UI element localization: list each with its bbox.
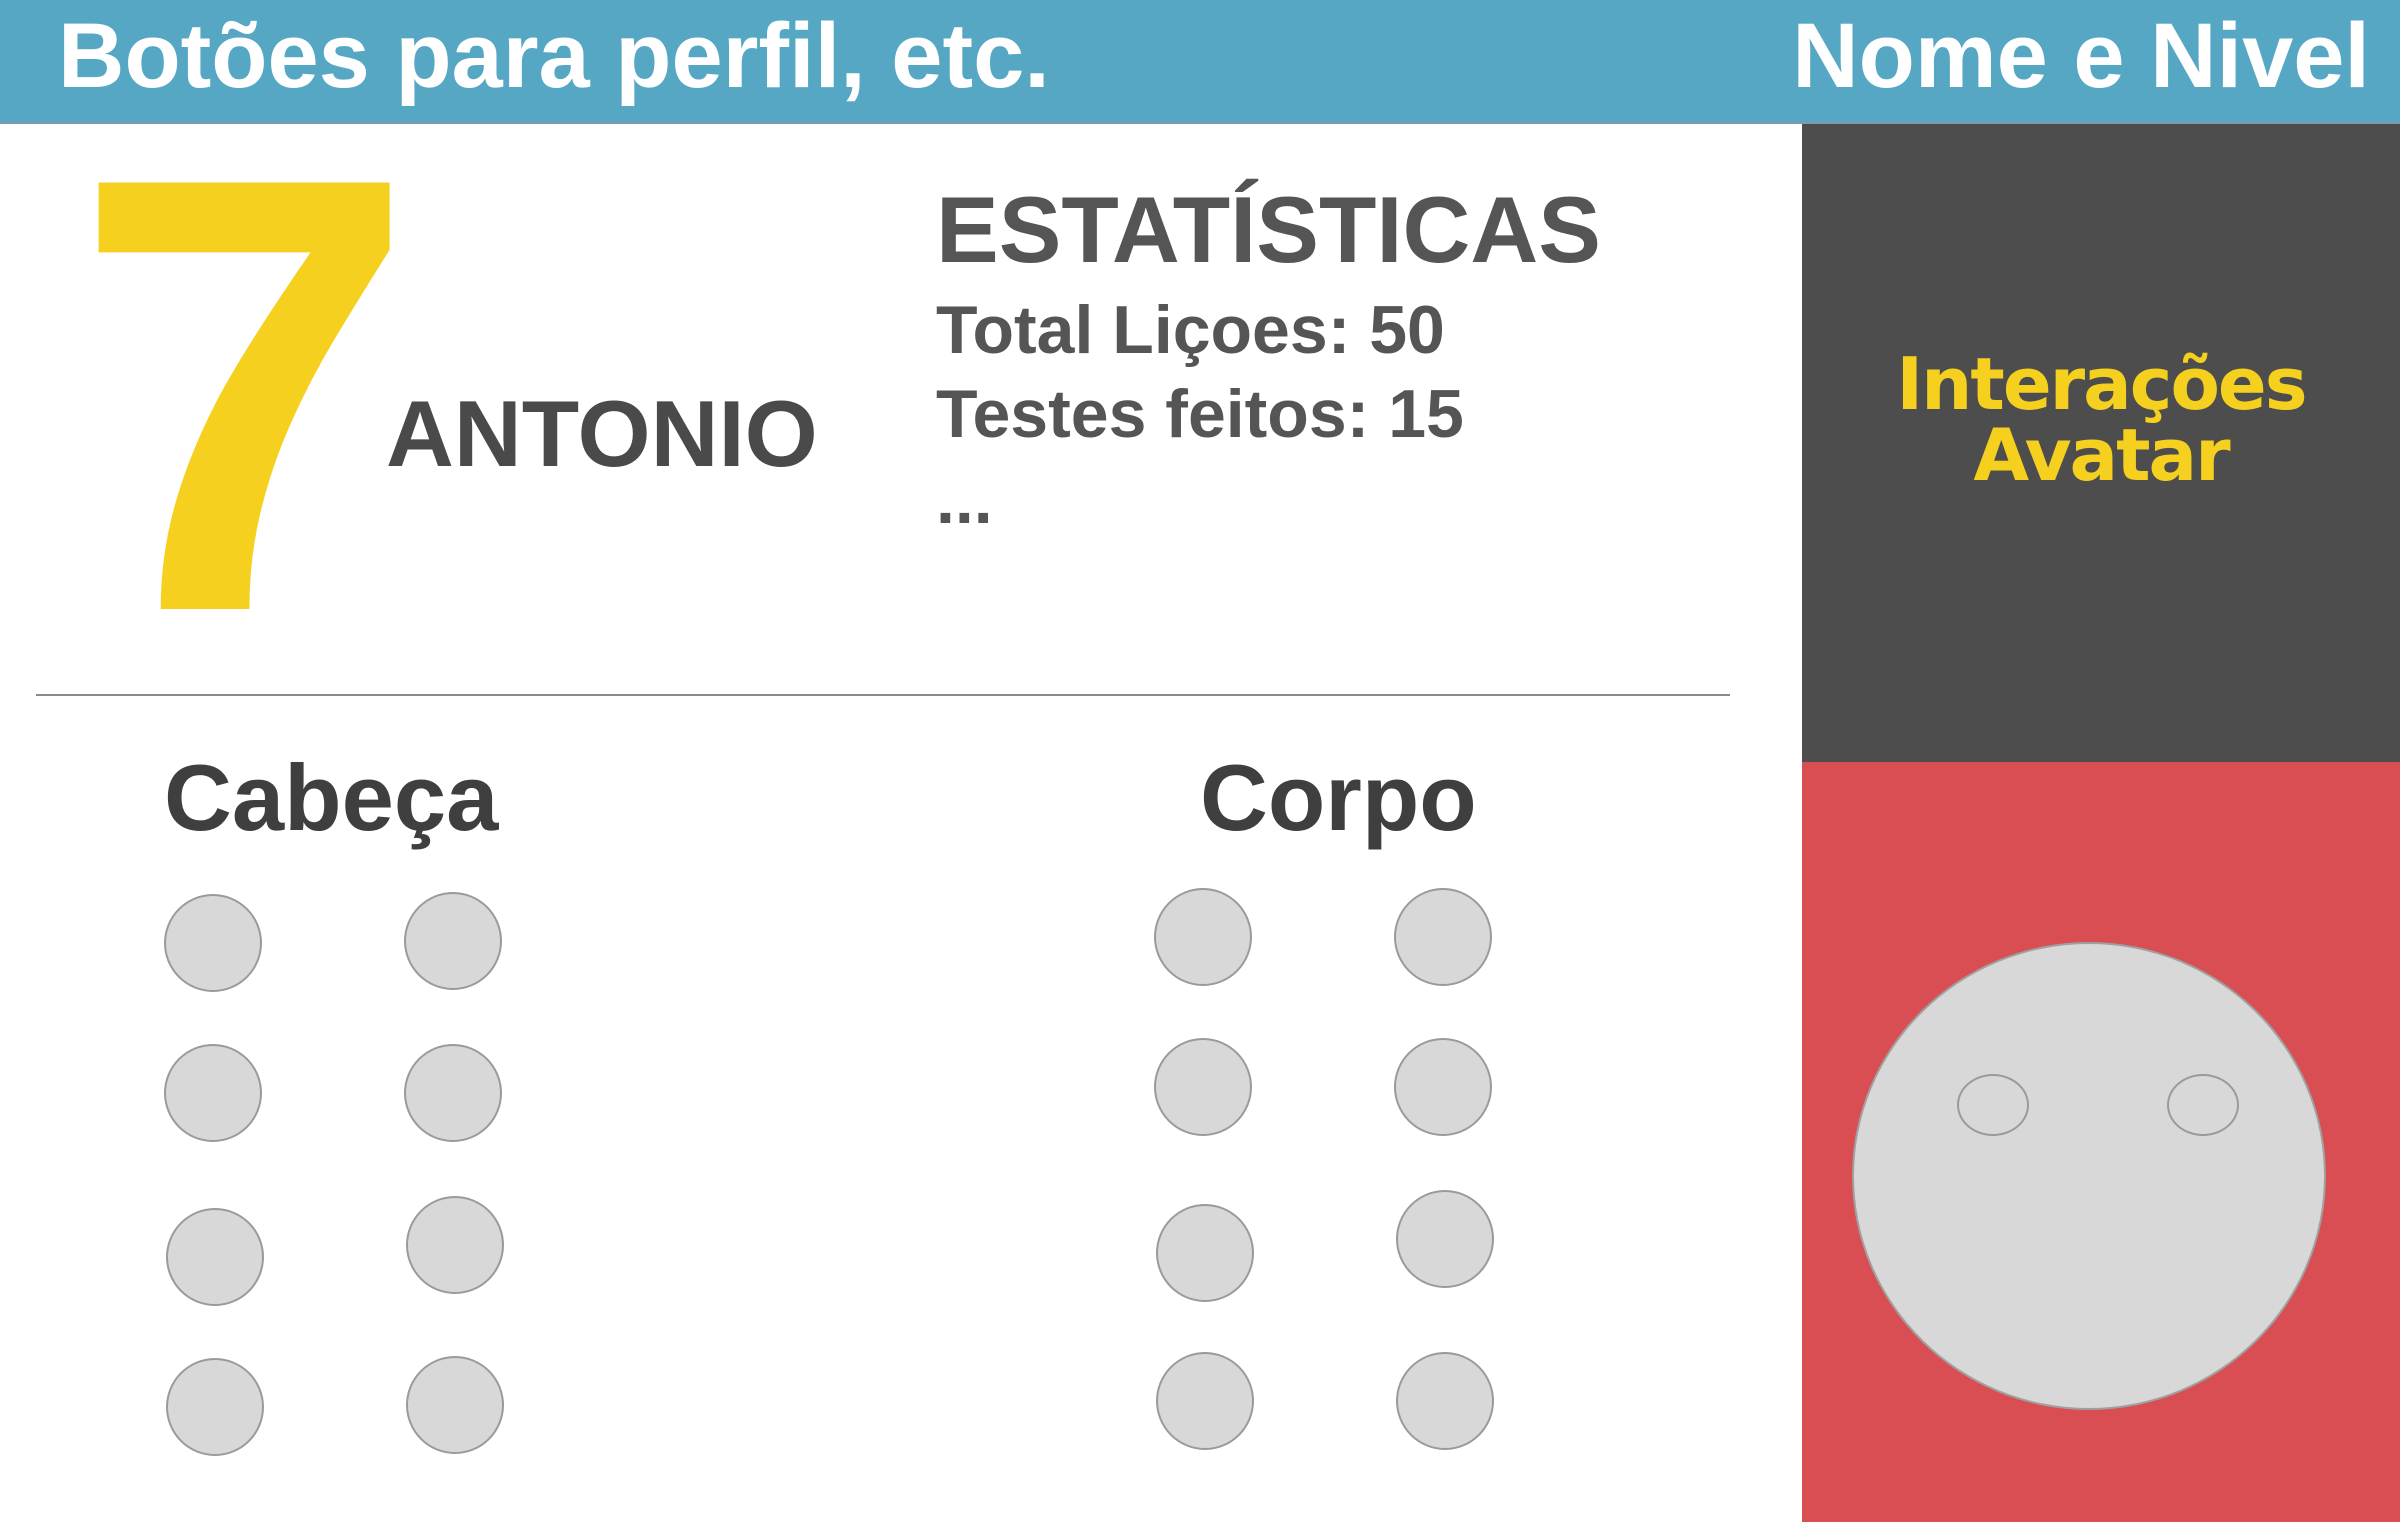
avatar-interactions-subtitle: Avatar [1973,413,2230,497]
name-and-level-label: Nome e Nivel [1792,5,2370,107]
body-option-button[interactable] [1394,1038,1492,1136]
head-option-button[interactable] [406,1356,504,1454]
avatar-right-eye [2167,1074,2239,1136]
avatar-face[interactable] [1852,942,2326,1410]
head-option-button[interactable] [164,894,262,992]
avatar-interactions-title: Interações [1896,342,2307,426]
head-option-button[interactable] [404,1044,502,1142]
stat-tests-done: Testes feitos: 15 [936,376,1464,452]
level-number: 7 [72,49,417,741]
avatar-left-eye [1957,1074,2029,1136]
avatar-interactions-panel[interactable]: Interações Avatar [1802,124,2400,762]
player-name: ANTONIO [386,381,818,486]
head-option-button[interactable] [166,1358,264,1456]
head-category-title: Cabeça [164,745,499,850]
head-option-button[interactable] [404,892,502,990]
body-option-button[interactable] [1396,1352,1494,1450]
section-divider [36,694,1730,696]
body-option-button[interactable] [1154,888,1252,986]
head-option-button[interactable] [164,1044,262,1142]
avatar-preview-panel [1802,762,2400,1522]
stats-title: ESTATÍSTICAS [936,177,1601,282]
head-option-button[interactable] [166,1208,264,1306]
body-option-button[interactable] [1396,1190,1494,1288]
stat-more: ... [936,462,993,538]
body-option-button[interactable] [1154,1038,1252,1136]
body-category-title: Corpo [1200,745,1477,850]
head-option-button[interactable] [406,1196,504,1294]
body-option-button[interactable] [1156,1204,1254,1302]
body-option-button[interactable] [1394,888,1492,986]
stat-total-lessons: Total Liçoes: 50 [936,292,1445,368]
body-option-button[interactable] [1156,1352,1254,1450]
